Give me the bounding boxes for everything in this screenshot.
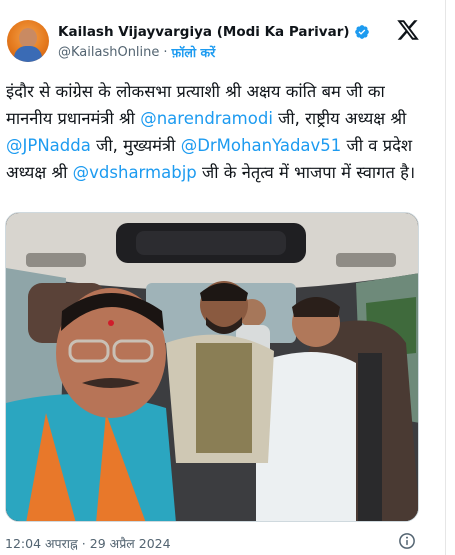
tweet-photo[interactable] bbox=[5, 212, 419, 522]
tweet-text-part: जी के नेतृत्व में भाजपा में स्वागत है। bbox=[196, 163, 416, 182]
x-logo-icon[interactable] bbox=[395, 18, 421, 42]
mention-narendramodi[interactable]: @narendramodi bbox=[140, 109, 273, 128]
mention-vdsharmabjp[interactable]: @vdsharmabjp bbox=[73, 163, 197, 182]
author-handle-row: @KailashOnline · फ़ॉलो करें bbox=[58, 43, 215, 61]
car-selfie-image bbox=[6, 213, 418, 521]
timestamp-date: 29 अप्रैल 2024 bbox=[89, 535, 171, 551]
mention-jpnadda[interactable]: @JPNadda bbox=[6, 136, 91, 155]
tweet-text: इंदौर से कांग्रेस के लोकसभा प्रत्याशी श्… bbox=[6, 78, 436, 186]
handle-separator: · bbox=[163, 44, 168, 60]
timestamp-separator: · bbox=[81, 535, 86, 551]
avatar-body bbox=[14, 46, 42, 62]
avatar-face bbox=[19, 28, 37, 48]
author-avatar[interactable] bbox=[7, 20, 49, 62]
follow-button[interactable]: फ़ॉलो करें bbox=[172, 44, 216, 61]
mention-drmohanyadav51[interactable]: @DrMohanYadav51 bbox=[181, 136, 342, 155]
tweet-header: Kailash Vijayvargiya (Modi Ka Parivar) @… bbox=[0, 0, 446, 72]
tweet-card: Kailash Vijayvargiya (Modi Ka Parivar) @… bbox=[0, 0, 446, 555]
tweet-timestamp[interactable]: 12:04 अपराह्न · 29 अप्रैल 2024 bbox=[5, 534, 171, 552]
author-name-row: Kailash Vijayvargiya (Modi Ka Parivar) bbox=[58, 22, 370, 42]
tweet-text-part: जी, मुख्यमंत्री bbox=[90, 136, 181, 155]
verified-badge-icon bbox=[354, 25, 369, 39]
info-icon[interactable] bbox=[398, 532, 416, 550]
tweet-text-part: जी, राष्ट्रीय अध्यक्ष श्री bbox=[272, 109, 407, 128]
timestamp-time: 12:04 अपराह्न bbox=[5, 535, 78, 551]
author-display-name[interactable]: Kailash Vijayvargiya (Modi Ka Parivar) bbox=[58, 24, 350, 40]
author-handle[interactable]: @KailashOnline bbox=[58, 45, 159, 60]
